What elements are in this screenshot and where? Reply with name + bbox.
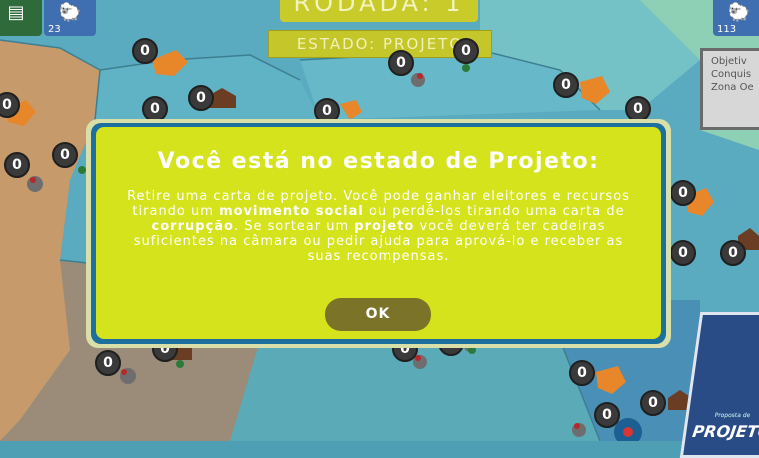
territory-token[interactable]: 0 [720,240,746,266]
territory-token[interactable]: 0 [95,350,121,376]
round-banner: RODADA: 1 [280,0,478,22]
territory-token[interactable]: 0 [188,85,214,111]
projeto-card-label: PROJETO [691,422,759,441]
territory-token[interactable]: 0 [132,38,158,64]
sheep-icon: 🐑 [58,2,82,23]
resource-card-money[interactable]: ▤ 0 [0,0,42,36]
projeto-card-subtitle: Proposta de [714,412,751,419]
objectives-line: Objetiv [711,56,747,67]
territory-token[interactable]: 0 [453,38,479,64]
ok-button[interactable]: OK [325,298,431,331]
money-icon: ▤ [7,2,25,23]
sheep-icon: 🐑 [727,2,751,23]
territory-token[interactable]: 0 [640,390,666,416]
territory-token[interactable]: 0 [553,72,579,98]
resource-card-voters[interactable]: 🐑 23 [44,0,96,36]
dialog-body: Retire uma carta de projeto. Você pode g… [127,189,630,264]
resource-card-opponent-voters[interactable]: 🐑 113 [713,0,759,36]
objectives-line: Conquis [711,69,752,80]
territory-token[interactable]: 0 [4,152,30,178]
territory-token[interactable]: 0 [569,360,595,386]
objectives-panel[interactable]: Objetiv Conquis Zona Oe [700,48,759,130]
territory-token[interactable]: 0 [52,142,78,168]
territory-token[interactable]: 0 [388,50,414,76]
state-dialog-panel: Você está no estado de Projeto: Retire u… [96,127,661,339]
dialog-title: Você está no estado de Projeto: [157,149,600,174]
territory-token[interactable]: 0 [670,240,696,266]
territory-token[interactable]: 0 [670,180,696,206]
territory-token[interactable]: 0 [594,402,620,428]
objectives-line: Zona Oe [711,82,754,93]
state-dialog: Você está no estado de Projeto: Retire u… [86,119,671,348]
